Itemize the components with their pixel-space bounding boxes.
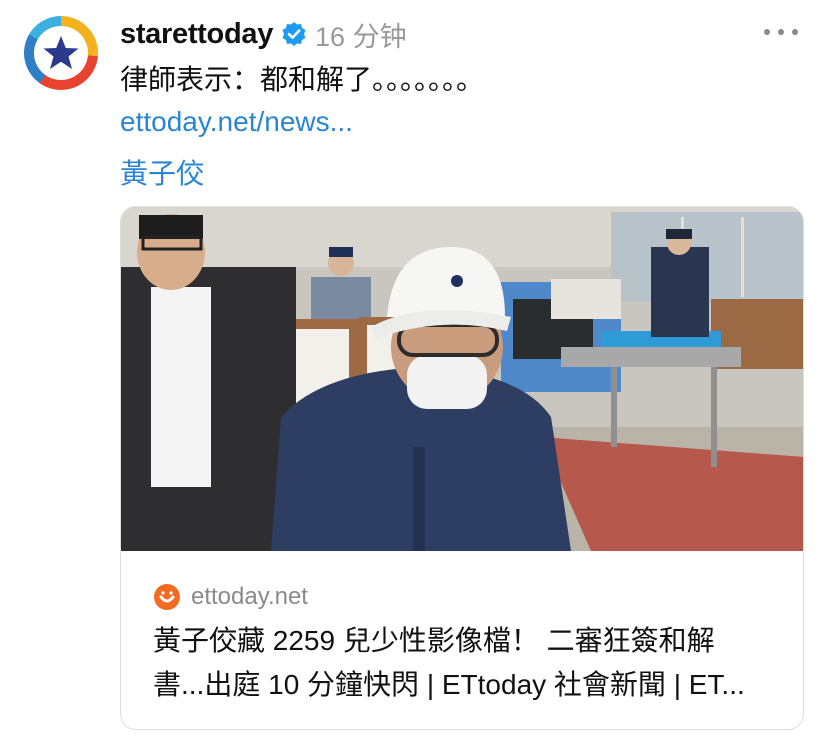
username[interactable]: starettoday: [120, 18, 273, 51]
post-text: 律師表示：都和解了。。。。。。。: [120, 64, 485, 95]
card-source: ettoday.net: [153, 583, 308, 611]
more-options-icon-dot: [778, 29, 784, 35]
card-title[interactable]: 黃子佼藏 2259 兒少性影像檔！ 二審狂簽和解 書...出庭 10 分鐘快閃 …: [153, 619, 783, 707]
star-icon: [43, 36, 79, 69]
source-domain: ettoday.net: [191, 583, 308, 610]
card-title-line2: 書...出庭 10 分鐘快閃 | ETtoday 社會新聞 | ET...: [153, 669, 745, 700]
more-options-icon-dot: [792, 29, 798, 35]
post-tag[interactable]: 黃子佼: [120, 152, 204, 192]
timestamp: 16 分钟: [315, 21, 407, 52]
social-post: starettoday 16 分钟 律師表示：都和解了。。。。。。。 ettod…: [0, 0, 828, 739]
article-image: [121, 207, 803, 551]
avatar-inner: [34, 26, 88, 80]
verified-badge-icon: [282, 22, 306, 46]
avatar[interactable]: [24, 16, 98, 90]
link-preview-card[interactable]: ettoday.net 黃子佼藏 2259 兒少性影像檔！ 二審狂簽和解 書..…: [120, 206, 804, 730]
card-title-line1: 黃子佼藏 2259 兒少性影像檔！ 二審狂簽和解: [153, 625, 715, 656]
ettoday-favicon-icon: [154, 584, 180, 610]
post-link[interactable]: ettoday.net/news...: [120, 106, 353, 138]
more-options-button[interactable]: [764, 20, 798, 44]
post-header: starettoday 16 分钟: [120, 14, 407, 54]
more-options-icon: [764, 29, 770, 35]
